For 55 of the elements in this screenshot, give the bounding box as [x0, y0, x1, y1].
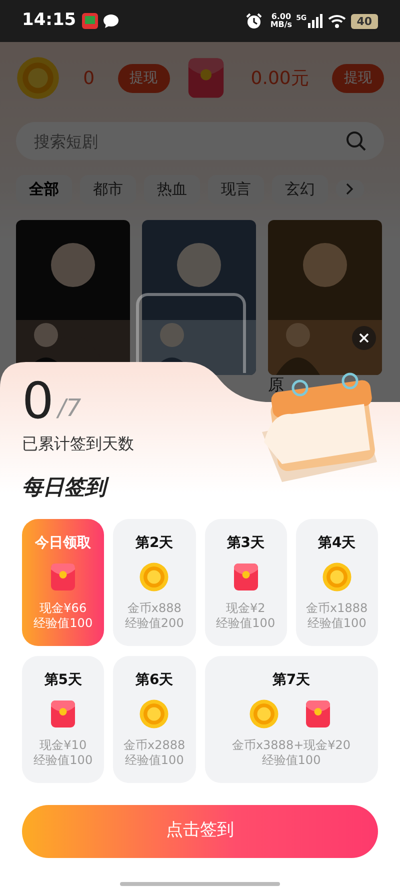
withdraw-button[interactable]: 提现 — [118, 64, 170, 92]
battery-level: 40 — [350, 14, 378, 28]
reward-text: 经验值200 — [124, 616, 185, 632]
search-icon — [346, 131, 366, 151]
reward-text: 金币x888 — [126, 601, 182, 616]
day-label: 第6天 — [134, 672, 174, 688]
checkin-caption: 已累计签到天数 — [22, 433, 135, 455]
alarm-icon — [246, 13, 262, 29]
reward-text: 现金¥66 — [38, 601, 88, 616]
status-time: 14:15 — [22, 9, 76, 32]
checkin-count: 0 — [22, 376, 54, 426]
day-card[interactable]: 第2天 金币x888 经验值200 — [113, 518, 196, 646]
cash-balance: 0.00元 — [250, 66, 310, 90]
coin-icon — [322, 562, 352, 592]
section-title: 每日签到 — [22, 472, 378, 504]
withdraw-button[interactable]: 提现 — [332, 64, 384, 92]
reward-text: 现金¥2 — [224, 601, 266, 616]
reward-text: 金币x2888 — [122, 738, 186, 754]
reward-text: 经验值100 — [260, 753, 322, 768]
day-label: 第2天 — [134, 534, 174, 552]
day-card[interactable]: 第3天 现金¥2 经验值100 — [204, 518, 287, 646]
drama-title: 原 — [268, 376, 285, 392]
app-icon — [82, 13, 98, 29]
coin-icon — [16, 56, 60, 100]
checkin-total: /7 — [58, 393, 82, 424]
close-icon — [359, 333, 369, 343]
day-card[interactable]: 第7天 金币x3888+现金¥20 经验值100 — [204, 656, 378, 782]
day-card[interactable]: 今日领取 现金¥66 经验值100 — [22, 518, 104, 646]
coin-icon — [139, 562, 170, 592]
day-label: 第5天 — [43, 672, 83, 688]
chevron-right-icon — [346, 183, 354, 196]
signal-icon — [306, 14, 323, 28]
reward-text: 金币x3888+现金¥20 — [230, 738, 352, 754]
reward-text: 经验值100 — [306, 616, 368, 632]
coin-icon — [249, 699, 280, 730]
wifi-icon — [328, 14, 346, 28]
chat-icon — [103, 14, 120, 28]
reward-text: 经验值100 — [124, 753, 185, 768]
reward-text: 经验值100 — [32, 616, 94, 632]
coin-icon — [139, 699, 170, 730]
day-card[interactable]: 第5天 现金¥10 经验值100 — [22, 656, 104, 782]
coin-balance: 0 — [82, 66, 96, 90]
day-label: 第3天 — [226, 534, 266, 552]
sign-in-button[interactable]: 点击签到 — [22, 804, 378, 858]
reward-text: 经验值100 — [215, 616, 276, 632]
day-label: 第4天 — [317, 534, 357, 552]
reward-text: 金币x1888 — [305, 601, 369, 616]
speed-unit: MB/s — [270, 21, 292, 29]
speed-value: 6.00 — [270, 13, 292, 21]
reward-text: 现金¥10 — [38, 738, 88, 754]
day-card[interactable]: 第6天 金币x2888 经验值100 — [113, 656, 196, 782]
day-card[interactable]: 第4天 金币x1888 经验值100 — [296, 518, 378, 646]
day-label: 今日领取 — [34, 534, 92, 552]
day-label: 第7天 — [271, 672, 312, 688]
reward-text: 经验值100 — [32, 753, 94, 768]
